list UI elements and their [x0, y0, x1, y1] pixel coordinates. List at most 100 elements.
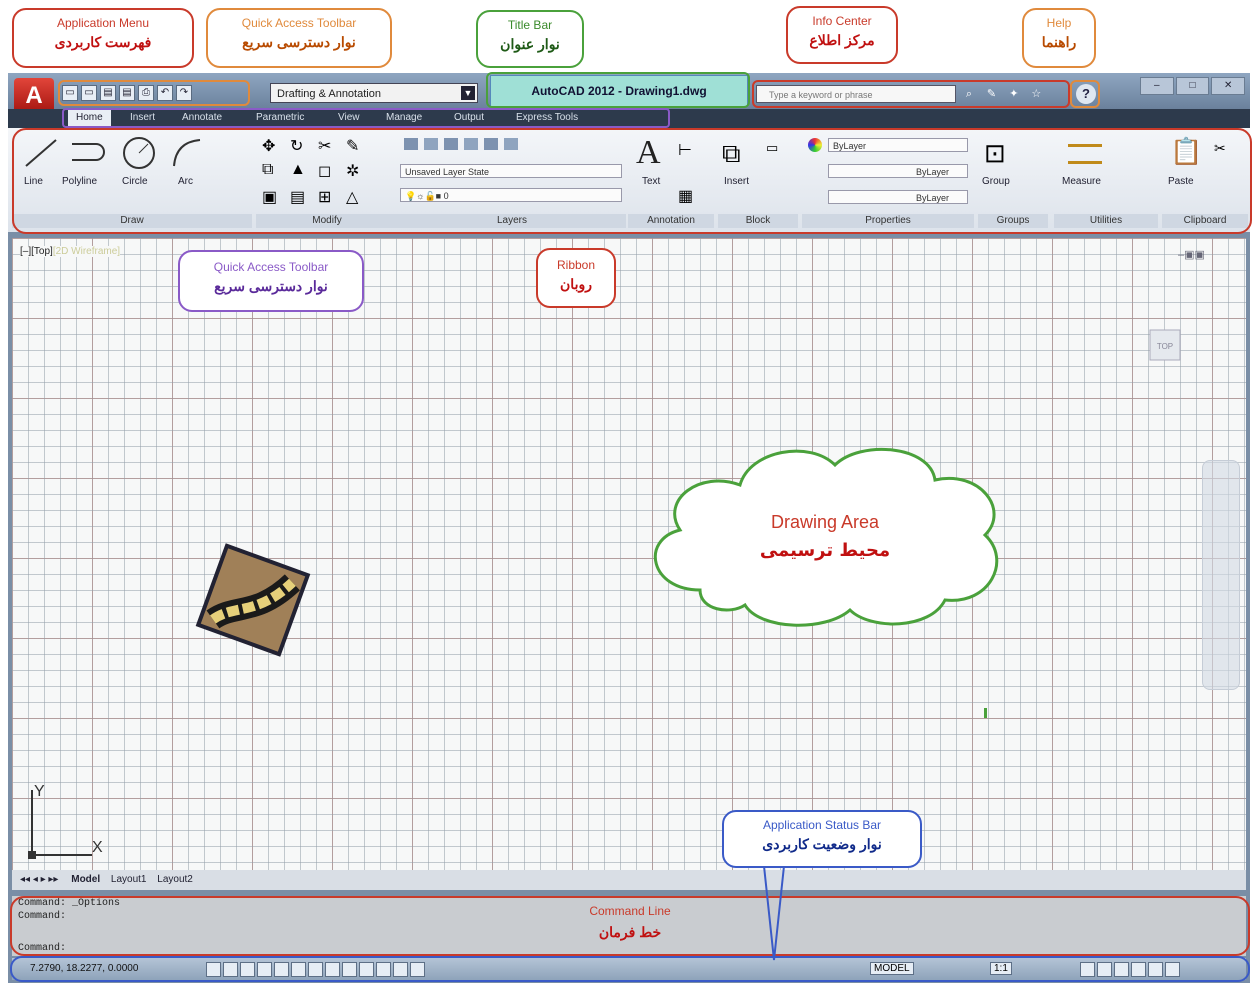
hardware-icon[interactable] [1114, 962, 1129, 977]
trim-icon[interactable]: ✂ [318, 136, 342, 157]
paste-icon[interactable]: 📋 [1170, 136, 1202, 167]
circle-button[interactable]: Circle [122, 176, 148, 187]
layer-dropdown[interactable]: 💡☼🔓■ 0 [400, 188, 622, 202]
measure-button[interactable]: Measure [1062, 176, 1101, 187]
communication-icon[interactable]: ✦ [1007, 87, 1021, 101]
table-icon[interactable]: ▦ [678, 186, 693, 206]
clipboard-panel-label[interactable]: Clipboard [1162, 214, 1248, 228]
tab-home[interactable]: Home [68, 110, 111, 126]
redo-icon[interactable]: ↷ [176, 85, 192, 101]
text-icon[interactable]: A [636, 134, 661, 172]
clean-screen-icon[interactable] [1165, 962, 1180, 977]
help-button[interactable]: ? [1076, 84, 1096, 104]
command-input[interactable]: Command: [18, 943, 66, 954]
save-as-icon[interactable]: ▤ [119, 85, 135, 101]
save-icon[interactable]: ▤ [100, 85, 116, 101]
viewcube[interactable]: TOP [1130, 310, 1200, 380]
create-block-icon[interactable]: ▭ [766, 140, 778, 156]
line-icon[interactable] [22, 136, 62, 170]
tpy-icon[interactable] [376, 962, 391, 977]
block-panel-label[interactable]: Block [718, 214, 798, 228]
favorites-icon[interactable]: ☆ [1029, 87, 1043, 101]
color-dropdown[interactable]: ByLayer [828, 138, 968, 152]
new-icon[interactable]: ▭ [62, 85, 78, 101]
move-icon[interactable]: ✥ [262, 136, 286, 157]
rotate-icon[interactable]: ↻ [290, 136, 314, 157]
print-icon[interactable]: ⎙ [138, 85, 154, 101]
undo-icon[interactable]: ↶ [157, 85, 173, 101]
erase-icon[interactable]: ✎ [346, 136, 370, 157]
visual-style-label[interactable]: [2D Wireframe] [53, 246, 120, 257]
otrack-icon[interactable] [308, 962, 323, 977]
maximize-icon[interactable]: □ [1175, 77, 1210, 95]
offset-icon[interactable]: △ [346, 187, 370, 208]
layer-properties-icon[interactable] [404, 138, 418, 150]
circle-icon[interactable] [120, 134, 158, 172]
tab-insert[interactable]: Insert [130, 110, 155, 126]
ducs-icon[interactable] [325, 962, 340, 977]
text-button[interactable]: Text [642, 176, 660, 187]
dyn-icon[interactable] [342, 962, 357, 977]
tab-manage[interactable]: Manage [386, 110, 422, 126]
dimension-icon[interactable]: ⊢ [678, 140, 692, 160]
layers-panel-label[interactable]: Layers [398, 214, 626, 228]
chevron-down-icon[interactable]: ▼ [461, 86, 475, 100]
copy-icon[interactable]: ⧉ [262, 161, 286, 182]
tab-express-tools[interactable]: Express Tools [516, 110, 578, 126]
model-button[interactable]: MODEL [870, 962, 914, 975]
insert-button[interactable]: Insert [724, 176, 749, 187]
3dosnap-icon[interactable] [291, 962, 306, 977]
annotation-scale-button[interactable]: 1:1 [990, 962, 1012, 975]
settings-icon[interactable] [1148, 962, 1163, 977]
annotation-panel-label[interactable]: Annotation [628, 214, 714, 228]
lineweight-dropdown[interactable]: ByLayer [828, 190, 968, 204]
isolate-icon[interactable] [1131, 962, 1146, 977]
modify-panel-label[interactable]: Modify [256, 214, 398, 228]
scale-icon[interactable]: ▤ [290, 187, 314, 208]
layer-freeze-icon[interactable] [464, 138, 478, 150]
properties-panel-label[interactable]: Properties [802, 214, 974, 228]
paste-button[interactable]: Paste [1168, 176, 1194, 187]
arc-icon[interactable] [170, 136, 206, 170]
stretch-icon[interactable]: ▣ [262, 187, 286, 208]
color-wheel-icon[interactable] [808, 138, 822, 152]
line-button[interactable]: Line [24, 176, 43, 187]
layer-off-icon[interactable] [424, 138, 438, 150]
polar-icon[interactable] [257, 962, 272, 977]
layout-nav-icons[interactable]: ◂◂ ◂ ▸ ▸▸ [20, 874, 58, 885]
subscription-icon[interactable]: ✎ [984, 87, 998, 101]
snap-icon[interactable] [206, 962, 221, 977]
tab-parametric[interactable]: Parametric [256, 110, 304, 126]
layer-isolate-icon[interactable] [444, 138, 458, 150]
tab-model[interactable]: Model [71, 874, 100, 885]
linetype-dropdown[interactable]: ByLayer [828, 164, 968, 178]
tab-view[interactable]: View [338, 110, 360, 126]
layer-lock-icon[interactable] [484, 138, 498, 150]
polyline-button[interactable]: Polyline [62, 176, 97, 187]
tab-annotate[interactable]: Annotate [182, 110, 222, 126]
workspace-switch-icon[interactable] [1080, 962, 1095, 977]
tab-output[interactable]: Output [454, 110, 484, 126]
workspace-dropdown[interactable]: Drafting & Annotation ▼ [270, 83, 478, 103]
group-icon[interactable]: ⊡ [984, 138, 1006, 169]
tab-layout2[interactable]: Layout2 [157, 874, 193, 885]
search-input[interactable]: Type a keyword or phrase [756, 85, 956, 103]
osnap-icon[interactable] [274, 962, 289, 977]
minimize-icon[interactable]: – [1140, 77, 1174, 95]
search-icon[interactable]: ⌕ [962, 87, 976, 101]
insert-block-icon[interactable]: ⧉ [722, 138, 741, 170]
draw-panel-label[interactable]: Draw [12, 214, 252, 228]
cut-icon[interactable]: ✂ [1214, 140, 1226, 157]
ortho-icon[interactable] [240, 962, 255, 977]
open-icon[interactable]: ▭ [81, 85, 97, 101]
arc-button[interactable]: Arc [178, 176, 193, 187]
close-icon[interactable]: ✕ [1211, 77, 1246, 95]
layer-state-dropdown[interactable]: Unsaved Layer State [400, 164, 622, 178]
viewport-label[interactable]: [–][Top] [20, 246, 53, 257]
array-icon[interactable]: ⊞ [318, 187, 342, 208]
lock-icon[interactable] [1097, 962, 1112, 977]
measure-icon[interactable] [1068, 144, 1102, 164]
layer-match-icon[interactable] [504, 138, 518, 150]
fillet-icon[interactable]: ◻ [318, 161, 342, 182]
sc-icon[interactable] [410, 962, 425, 977]
